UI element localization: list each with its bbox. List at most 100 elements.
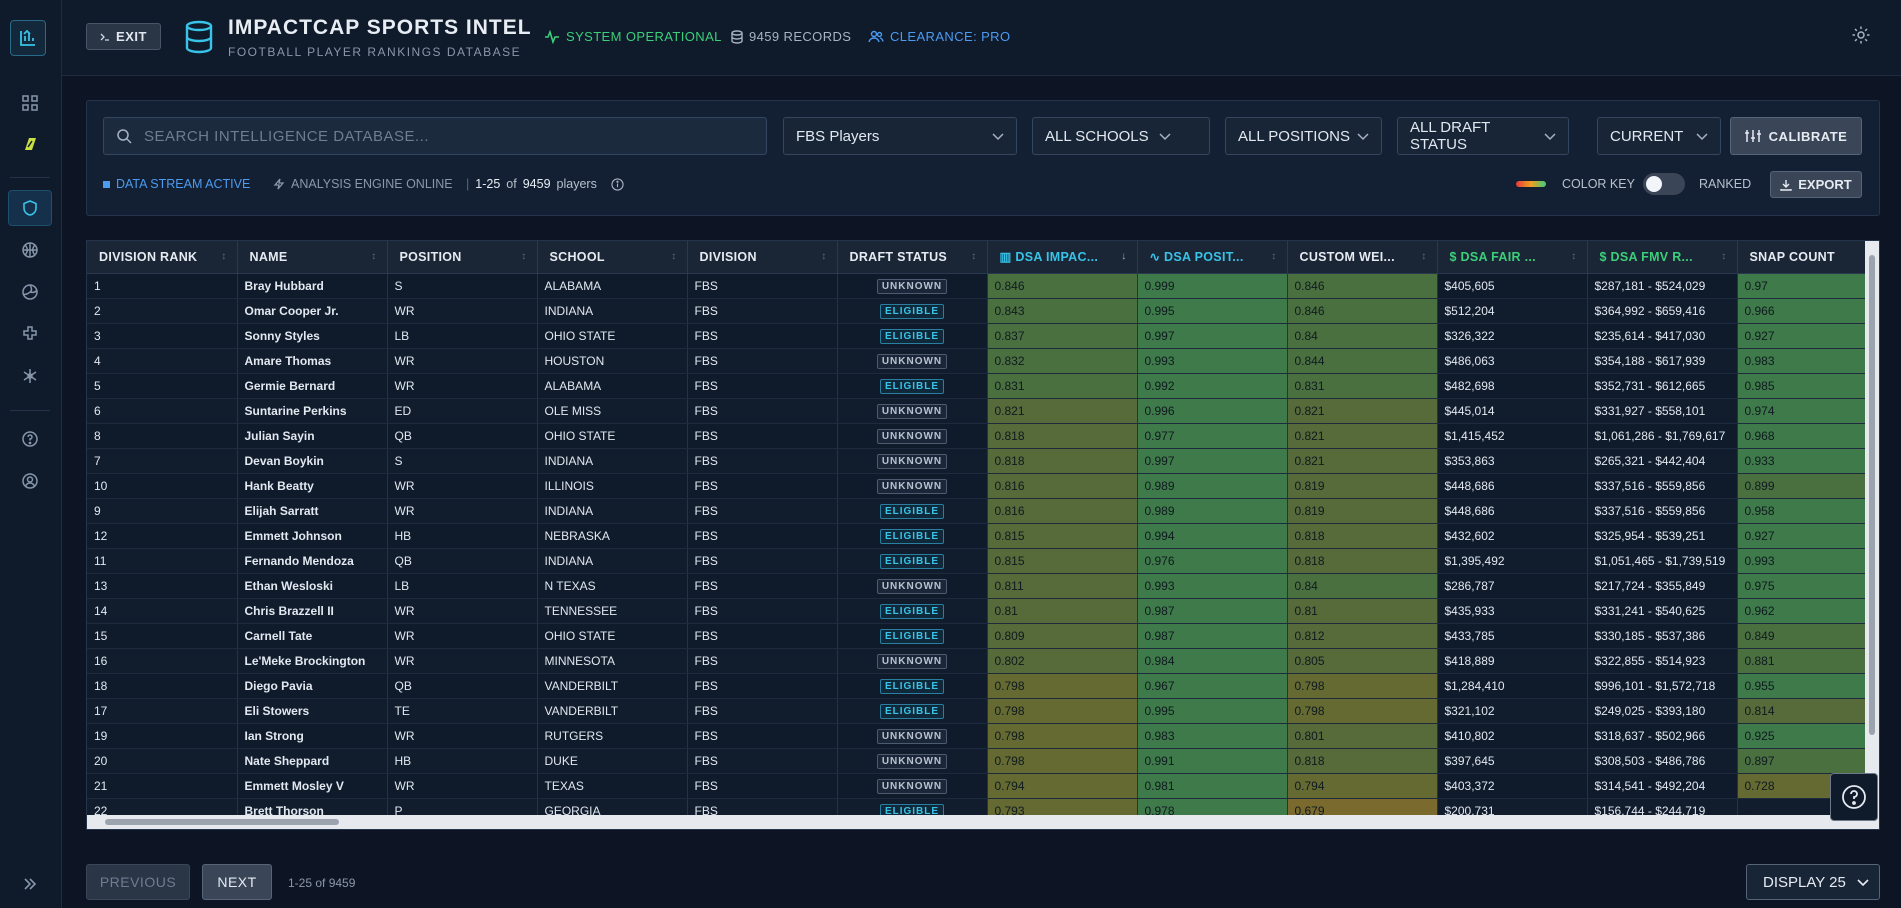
table-cell: ALABAMA: [537, 273, 688, 299]
logo-icon[interactable]: [10, 20, 46, 56]
info-icon[interactable]: [611, 177, 624, 191]
horizontal-scrollbar[interactable]: [87, 815, 1879, 829]
col-snap-count[interactable]: SNAP COUNT: [1737, 241, 1870, 274]
expand-icon[interactable]: [8, 866, 52, 902]
table-row[interactable]: 16 Le'Meke Brockington WR MINNESOTA FBS UNKNO…: [87, 648, 1870, 674]
table-cell: QB: [387, 548, 538, 574]
col-name[interactable]: NAME ↕: [237, 241, 388, 274]
previous-button[interactable]: PREVIOUS: [86, 864, 190, 900]
col-division-rank[interactable]: DIVISION RANK ↕: [87, 241, 238, 274]
vertical-scrollbar[interactable]: [1865, 241, 1879, 817]
draft-status-dropdown[interactable]: ALL DRAFT STATUS: [1397, 117, 1569, 155]
table-cell: 0.812: [1287, 623, 1438, 649]
col-dsa-position[interactable]: ∿ DSA POSIT... ↕: [1137, 241, 1288, 274]
table-cell: $308,503 - $486,786: [1587, 748, 1738, 774]
table-cell: 20: [87, 748, 238, 774]
positions-dropdown[interactable]: ALL POSITIONS: [1225, 117, 1382, 155]
calibrate-button[interactable]: CALIBRATE: [1730, 117, 1862, 155]
puzzle-icon[interactable]: [8, 316, 52, 352]
table-cell: 0.798: [987, 698, 1138, 724]
table-row[interactable]: 15 Carnell Tate WR OHIO STATE FBS ELIGIBLE 0.8…: [87, 623, 1870, 649]
table-cell: $448,686: [1437, 498, 1588, 524]
table-cell: $326,322: [1437, 323, 1588, 349]
next-button[interactable]: NEXT: [202, 864, 272, 900]
player-set-dropdown[interactable]: FBS Players: [783, 117, 1017, 155]
table-cell: TEXAS: [537, 773, 688, 799]
table-cell: FBS: [687, 448, 838, 474]
help-icon: [1842, 785, 1866, 809]
table-cell: $322,855 - $514,923: [1587, 648, 1738, 674]
col-position[interactable]: POSITION ↕: [387, 241, 538, 274]
grid-icon[interactable]: [8, 85, 52, 121]
table-cell: 0.925: [1737, 723, 1870, 749]
schools-dropdown[interactable]: ALL SCHOOLS: [1032, 117, 1210, 155]
search-box[interactable]: [103, 117, 767, 155]
table-cell: $996,101 - $1,572,718: [1587, 673, 1738, 699]
shield-icon[interactable]: [8, 190, 52, 226]
snowflake-icon[interactable]: [8, 358, 52, 394]
table-row[interactable]: 7 Devan Boykin S INDIANA FBS UNKNOWN 0.818 0.99…: [87, 448, 1870, 474]
activity-icon: [545, 29, 559, 44]
table-row[interactable]: 11 Fernando Mendoza QB INDIANA FBS ELIGIBLE 0.…: [87, 548, 1870, 574]
table-cell: 0.821: [987, 398, 1138, 424]
table-row[interactable]: 19 Ian Strong WR RUTGERS FBS UNKNOWN 0.798 0.98…: [87, 723, 1870, 749]
table-cell: 0.805: [1287, 648, 1438, 674]
exit-button[interactable]: EXIT: [86, 23, 161, 50]
table-row[interactable]: 20 Nate Sheppard HB DUKE FBS UNKNOWN 0.798 0.99…: [87, 748, 1870, 774]
basketball-icon[interactable]: [8, 232, 52, 268]
table-row[interactable]: 8 Julian Sayin QB OHIO STATE FBS UNKNOWN 0.818…: [87, 423, 1870, 449]
col-draft-status[interactable]: DRAFT STATUS ↕: [837, 241, 988, 274]
table-row[interactable]: 4 Amare Thomas WR HOUSTON FBS UNKNOWN 0.832 0.9…: [87, 348, 1870, 374]
table-row[interactable]: 9 Elijah Sarratt WR INDIANA FBS ELIGIBLE 0.816…: [87, 498, 1870, 524]
table-cell: OHIO STATE: [537, 423, 688, 449]
col-dsa-fair[interactable]: $ DSA FAIR ... ↕: [1437, 241, 1588, 274]
status-badge: ELIGIBLE: [879, 328, 945, 344]
ranked-toggle[interactable]: [1643, 173, 1685, 195]
table-row[interactable]: 21 Emmett Mosley V WR TEXAS FBS UNKNOWN 0.794 0…: [87, 773, 1870, 799]
table-row[interactable]: 3 Sonny Styles LB OHIO STATE FBS ELIGIBLE 0.83…: [87, 323, 1870, 349]
col-school[interactable]: SCHOOL ↕: [537, 241, 688, 274]
table-cell: $337,516 - $559,856: [1587, 498, 1738, 524]
table-cell: $418,889: [1437, 648, 1588, 674]
col-dsa-impact[interactable]: ▥ DSA IMPAC... ↓: [987, 241, 1138, 274]
table-row[interactable]: 5 Germie Bernard WR ALABAMA FBS ELIGIBLE 0.831…: [87, 373, 1870, 399]
table-cell: WR: [387, 373, 538, 399]
table-cell: Le'Meke Brockington: [237, 648, 388, 674]
table-cell: 0.968: [1737, 423, 1870, 449]
table-row[interactable]: 6 Suntarine Perkins ED OLE MISS FBS UNKNOWN 0.…: [87, 398, 1870, 424]
col-custom-weight[interactable]: CUSTOM WEI... ↕: [1287, 241, 1438, 274]
volleyball-icon[interactable]: [8, 274, 52, 310]
table-cell: HOUSTON: [537, 348, 688, 374]
table-row[interactable]: 14 Chris Brazzell II WR TENNESSEE FBS ELIGIBL…: [87, 598, 1870, 624]
table-cell: 0.985: [1737, 373, 1870, 399]
table-cell: $486,063: [1437, 348, 1588, 374]
table-cell: Amare Thomas: [237, 348, 388, 374]
col-dsa-fmv-range[interactable]: $ DSA FMV R... ↕: [1587, 241, 1738, 274]
col-division[interactable]: DIVISION ↕: [687, 241, 838, 274]
period-dropdown[interactable]: CURRENT: [1597, 117, 1721, 155]
table-row[interactable]: 10 Hank Beatty WR ILLINOIS FBS UNKNOWN 0.816 0.…: [87, 473, 1870, 499]
table-cell: 0.974: [1737, 398, 1870, 424]
table-cell: Devan Boykin: [237, 448, 388, 474]
search-input[interactable]: [144, 127, 744, 145]
table-row[interactable]: 12 Emmett Johnson HB NEBRASKA FBS ELIGIBLE 0.8…: [87, 523, 1870, 549]
gear-icon[interactable]: [1851, 25, 1871, 50]
export-button[interactable]: EXPORT: [1770, 171, 1862, 198]
table-row[interactable]: 17 Eli Stowers TE VANDERBILT FBS ELIGIBLE 0.79…: [87, 698, 1870, 724]
table-cell: WR: [387, 348, 538, 374]
table-cell: MINNESOTA: [537, 648, 688, 674]
table-row[interactable]: 2 Omar Cooper Jr. WR INDIANA FBS ELIGIBLE 0.84…: [87, 298, 1870, 324]
table-row[interactable]: 18 Diego Pavia QB VANDERBILT FBS ELIGIBLE 0.79…: [87, 673, 1870, 699]
status-badge: UNKNOWN: [876, 753, 948, 769]
table-row[interactable]: 1 Bray Hubbard S ALABAMA FBS UNKNOWN 0.846 0.99…: [87, 273, 1870, 299]
user-icon[interactable]: [8, 463, 52, 499]
brand-icon[interactable]: [8, 126, 52, 162]
table-cell: 0.846: [1287, 273, 1438, 299]
table-cell: 0.81: [1287, 598, 1438, 624]
status-badge: UNKNOWN: [876, 278, 948, 294]
display-count-select[interactable]: DISPLAY 25: [1746, 864, 1880, 900]
help-button[interactable]: [1830, 773, 1878, 821]
table-row[interactable]: 13 Ethan Wesloski LB N TEXAS FBS UNKNOWN 0.811…: [87, 573, 1870, 599]
help-icon[interactable]: [8, 421, 52, 457]
table-cell: QB: [387, 673, 538, 699]
